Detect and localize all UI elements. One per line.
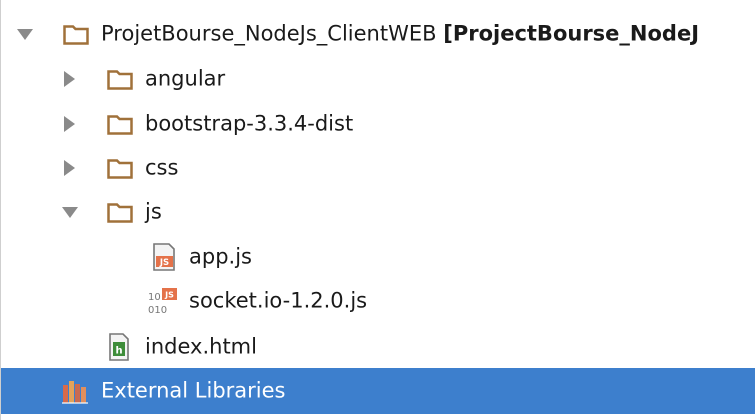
minified-javascript-file-icon: 10 010 JS [148, 288, 177, 316]
svg-text:10: 10 [148, 292, 161, 303]
svg-text:JS: JS [164, 291, 174, 300]
svg-text:010: 010 [148, 305, 167, 316]
folder-icon [107, 203, 133, 223]
tree-node-external-libraries[interactable]: External Libraries [1, 368, 755, 414]
tree-node-bootstrap[interactable]: bootstrap-3.3.4-dist [1, 102, 755, 146]
svg-text:h: h [115, 346, 122, 357]
tree-node-index-html[interactable]: h index.html [1, 325, 755, 369]
javascript-file-icon: JS [153, 243, 175, 271]
chevron-right-icon[interactable] [64, 71, 75, 87]
project-path-suffix: [ProjectBourse_NodeJ [443, 21, 700, 46]
tree-node-socket-io[interactable]: 10 010 JS socket.io-1.2.0.js [1, 279, 755, 323]
folder-icon [107, 115, 133, 135]
folder-icon [107, 70, 133, 90]
tree-node-label: index.html [145, 334, 257, 359]
tree-node-label: js [145, 199, 162, 224]
tree-node-label: socket.io-1.2.0.js [189, 288, 368, 313]
expand-arrow-icon[interactable] [62, 207, 78, 218]
expand-arrow-icon[interactable] [17, 29, 33, 40]
tree-node-js[interactable]: js [1, 190, 755, 234]
tree-node-label: External Libraries [101, 378, 286, 403]
chevron-right-icon[interactable] [64, 116, 75, 132]
folder-icon [63, 25, 89, 45]
library-icon [62, 381, 88, 404]
tree-node-angular[interactable]: angular [1, 57, 755, 101]
tree-node-label: app.js [189, 244, 252, 269]
folder-icon [107, 159, 133, 179]
tree-node-label: css [145, 155, 179, 180]
svg-text:JS: JS [159, 258, 169, 268]
html-file-icon: h [109, 333, 129, 361]
tree-node-label: angular [145, 66, 226, 91]
tree-node-root-label: ProjetBourse_NodeJs_ClientWEB [ProjectBo… [101, 21, 700, 46]
project-tree: ProjetBourse_NodeJs_ClientWEB [ProjectBo… [0, 0, 755, 420]
tree-node-css[interactable]: css [1, 146, 755, 190]
tree-node-label: bootstrap-3.3.4-dist [145, 111, 354, 136]
chevron-right-icon[interactable] [64, 160, 75, 176]
project-name: ProjetBourse_NodeJs_ClientWEB [101, 21, 437, 46]
tree-node-app-js[interactable]: JS app.js [1, 235, 755, 279]
tree-node-root[interactable]: ProjetBourse_NodeJs_ClientWEB [ProjectBo… [1, 12, 755, 56]
